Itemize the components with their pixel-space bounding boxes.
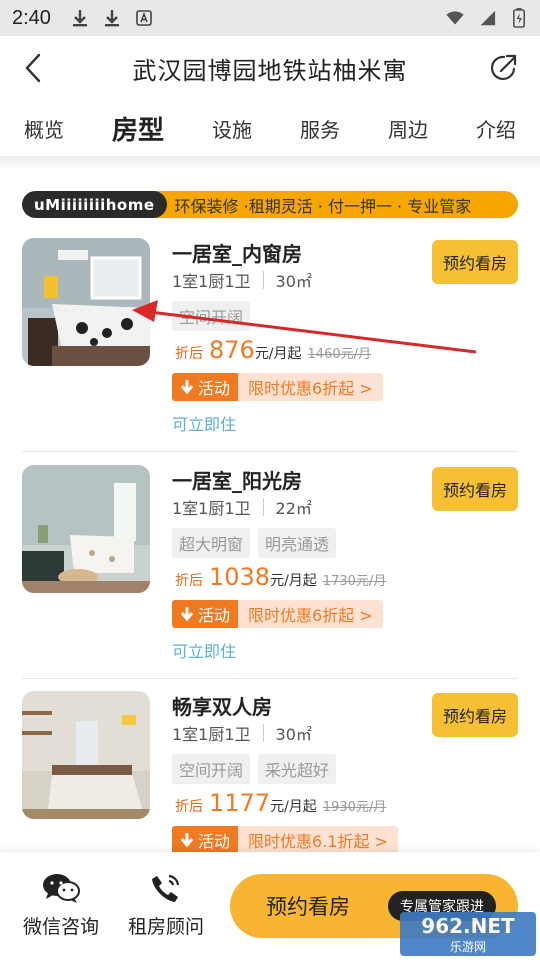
price-unit: 元/月起 — [270, 799, 317, 815]
room-meta: 1室1厨1卫 30㎡ — [172, 721, 312, 745]
availability-text: 可立即住 — [172, 642, 237, 661]
status-bar: 2:40 — [0, 0, 540, 36]
cta-label: 预约看房 — [266, 895, 350, 919]
room-tag: 明亮通透 — [258, 528, 337, 558]
down-arrow-icon — [180, 833, 194, 848]
wechat-icon — [43, 874, 80, 903]
meta-separator — [262, 724, 264, 742]
activity-label: 活动 — [172, 373, 239, 401]
discount-text: 限时优惠6.1折起 > — [238, 826, 398, 854]
section-tabs: 概览 房型 设施 服务 周边 介绍 — [0, 100, 540, 156]
share-icon[interactable] — [488, 52, 520, 84]
room-layout: 1室1厨1卫 — [172, 499, 251, 518]
signal-icon — [478, 9, 496, 27]
battery-icon — [510, 8, 528, 28]
price-unit: 元/月起 — [270, 573, 317, 589]
tab-surroundings[interactable]: 周边 — [388, 114, 428, 143]
brand-logo: uMiiiiiiiihome — [22, 191, 167, 218]
promo-tag[interactable]: 活动 限时优惠6折起 > — [172, 373, 383, 401]
watermark-logo-text: 962.NET — [421, 913, 515, 938]
room-layout: 1室1厨1卫 — [172, 725, 251, 744]
card-divider — [22, 678, 518, 679]
tab-overview[interactable]: 概览 — [24, 114, 64, 143]
down-arrow-icon — [180, 380, 194, 395]
promo-tag[interactable]: 活动 限时优惠6.1折起 > — [172, 826, 398, 854]
activity-label: 活动 — [172, 600, 239, 628]
room-photo[interactable] — [22, 465, 150, 593]
room-name: 一居室_阳光房 — [172, 469, 302, 493]
activity-text: 活动 — [198, 606, 231, 625]
discount-text: 限时优惠6折起 > — [238, 600, 383, 628]
price-value: 876 — [209, 336, 255, 364]
book-viewing-button[interactable]: 预约看房 — [432, 693, 518, 737]
room-tags: 空间开阔 — [172, 301, 251, 331]
original-price: 1730元/月 — [322, 574, 387, 589]
download-icon — [103, 9, 121, 27]
promo-tag[interactable]: 活动 限时优惠6折起 > — [172, 600, 383, 628]
room-tag: 采光超好 — [258, 754, 337, 784]
room-layout: 1室1厨1卫 — [172, 272, 251, 291]
watermark-subtext: 乐游网 — [449, 939, 486, 954]
banner-slogan: 环保装修 ·租期灵活 · 付一押一 · 专业管家 — [174, 196, 472, 216]
room-tags: 空间开阔 采光超好 — [172, 754, 337, 784]
meta-separator — [262, 271, 264, 289]
rental-advisor-button[interactable]: 租房顾问 — [121, 872, 211, 939]
room-tag: 空间开阔 — [172, 301, 251, 331]
price-prefix: 折后 — [175, 346, 203, 362]
book-viewing-button[interactable]: 预约看房 — [432, 467, 518, 511]
promo-banner: uMiiiiiiiihome 环保装修 ·租期灵活 · 付一押一 · 专业管家 — [22, 191, 518, 218]
room-photo[interactable] — [22, 238, 150, 366]
rental-advisor-label: 租房顾问 — [127, 916, 204, 938]
room-price: 折后 1038 元/月起 1730元/月 — [175, 563, 386, 591]
activity-text: 活动 — [198, 832, 231, 851]
room-meta: 1室1厨1卫 22㎡ — [172, 495, 312, 519]
tab-introduction[interactable]: 介绍 — [476, 114, 516, 143]
room-area: 30㎡ — [275, 272, 312, 291]
back-arrow-icon[interactable] — [18, 52, 48, 84]
price-prefix: 折后 — [175, 799, 203, 815]
price-prefix: 折后 — [175, 573, 203, 589]
download-icon — [71, 9, 89, 27]
activity-label: 活动 — [172, 826, 239, 854]
room-name: 畅享双人房 — [172, 695, 272, 719]
room-meta: 1室1厨1卫 30㎡ — [172, 268, 312, 292]
room-card[interactable]: 一居室_内窗房 1室1厨1卫 30㎡ 空间开阔 折后 876 元/月起 1460… — [22, 238, 518, 464]
original-price: 1460元/月 — [307, 347, 371, 362]
discount-text: 限时优惠6折起 > — [238, 373, 383, 401]
tab-divider — [0, 156, 540, 170]
tab-services[interactable]: 服务 — [300, 114, 340, 143]
activity-text: 活动 — [198, 379, 231, 398]
room-area: 22㎡ — [275, 499, 312, 518]
original-price: 1930元/月 — [322, 800, 387, 815]
room-card[interactable]: 一居室_阳光房 1室1厨1卫 22㎡ 超大明窗 明亮通透 折后 1038 元/月… — [22, 465, 518, 691]
wechat-consult-label: 微信咨询 — [22, 916, 99, 938]
room-price: 折后 1177 元/月起 1930元/月 — [175, 789, 386, 817]
room-tag: 空间开阔 — [172, 754, 251, 784]
room-price: 折后 876 元/月起 1460元/月 — [175, 336, 371, 364]
tab-facilities[interactable]: 设施 — [212, 114, 252, 143]
price-unit: 元/月起 — [254, 346, 302, 362]
meta-separator — [262, 498, 264, 516]
wifi-icon — [446, 9, 464, 27]
book-viewing-button[interactable]: 预约看房 — [432, 240, 518, 284]
site-watermark: 962.NET 乐游网 — [400, 912, 536, 956]
price-value: 1177 — [209, 789, 271, 817]
room-photo[interactable] — [22, 691, 150, 819]
font-notification-icon — [135, 9, 153, 27]
room-name: 一居室_内窗房 — [172, 242, 302, 266]
phone-icon — [152, 874, 180, 902]
availability-text: 可立即住 — [172, 415, 237, 434]
room-area: 30㎡ — [275, 725, 312, 744]
price-value: 1038 — [209, 563, 271, 591]
wechat-consult-button[interactable]: 微信咨询 — [16, 872, 106, 939]
title-bar: 武汉园博园地铁站柚米寓 — [0, 36, 540, 100]
card-divider — [22, 451, 518, 452]
room-tags: 超大明窗 明亮通透 — [172, 528, 337, 558]
room-tag: 超大明窗 — [172, 528, 251, 558]
down-arrow-icon — [180, 607, 194, 622]
status-time: 2:40 — [12, 6, 51, 29]
tab-room-types[interactable]: 房型 — [112, 110, 164, 147]
page-title: 武汉园博园地铁站柚米寓 — [132, 56, 408, 85]
